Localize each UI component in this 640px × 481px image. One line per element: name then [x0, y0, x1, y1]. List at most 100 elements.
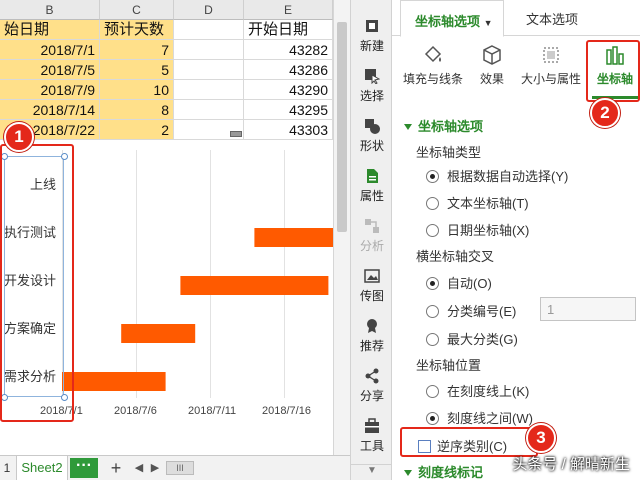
radio-dot — [426, 277, 439, 290]
toolbar-image-label: 传图 — [359, 289, 384, 303]
radio-position-on-tick-label: 在刻度线上(K) — [447, 384, 530, 399]
cell-days[interactable]: 8 — [100, 100, 174, 120]
split-handle[interactable] — [230, 131, 242, 137]
tab-text-options[interactable]: 文本选项 — [526, 9, 578, 28]
sheet-tab-bar: 1 Sheet2 ··· + ◀ ▶ III — [0, 455, 350, 480]
icon-tab-fill-line[interactable]: 填充与线条 — [396, 44, 470, 94]
toolbar-shape-label: 形状 — [359, 139, 384, 153]
toolbar-tools[interactable]: 工具 — [351, 414, 393, 458]
toolbar-recommend[interactable]: 推荐 — [351, 314, 393, 358]
cell-date[interactable]: 2018/7/5 — [0, 60, 100, 80]
cell-start[interactable]: 43303 — [244, 120, 333, 140]
tab-axis-options[interactable]: 坐标轴选项 ▼ — [400, 0, 504, 37]
highlight-box-axis-tab — [586, 40, 640, 102]
gantt-bar[interactable] — [62, 372, 166, 391]
share-icon — [364, 368, 380, 384]
watermark: 头条号 / 解晴新生 — [512, 456, 630, 473]
horizontal-scroll-thumb[interactable]: III — [166, 461, 194, 475]
scrollbar-thumb[interactable] — [337, 22, 347, 232]
radio-cross-max-label: 最大分类(G) — [447, 332, 518, 347]
collapse-triangle-icon — [404, 470, 412, 476]
toolbar-shape[interactable]: 形状 — [351, 114, 393, 158]
toolbar-analysis[interactable]: 分析 — [351, 214, 393, 258]
cell-start[interactable]: 43286 — [244, 60, 333, 80]
section-tick-marks[interactable]: 刻度线标记 — [404, 462, 483, 481]
radio-axis-auto[interactable]: 根据数据自动选择(Y) — [426, 166, 568, 185]
column-header-d[interactable]: D — [174, 0, 244, 20]
radio-cross-auto-label: 自动(O) — [447, 276, 492, 291]
cell-start[interactable]: 43290 — [244, 80, 333, 100]
recommend-icon — [364, 318, 380, 334]
toolbar-scroll-down-icon[interactable]: ▼ — [351, 464, 393, 480]
column-header-c[interactable]: C — [100, 0, 174, 20]
select-icon — [364, 68, 381, 85]
section-tick-marks-label: 刻度线标记 — [418, 465, 484, 480]
icon-tab-fill-line-label: 填充与线条 — [402, 72, 463, 86]
chevron-down-icon[interactable]: ▼ — [484, 18, 493, 28]
cell-empty[interactable] — [174, 120, 244, 140]
cell-empty[interactable] — [174, 60, 244, 80]
cell-empty[interactable] — [174, 80, 244, 100]
cell-days[interactable]: 10 — [100, 80, 174, 100]
cell-header-empty[interactable] — [174, 20, 244, 40]
paint-bucket-icon — [422, 44, 444, 66]
cell-empty[interactable] — [174, 100, 244, 120]
vertical-scrollbar[interactable] — [333, 0, 350, 455]
scroll-left-icon[interactable]: ◀ — [132, 456, 146, 480]
toolbar-image[interactable]: 传图 — [351, 264, 393, 308]
radio-cross-category[interactable]: 分类编号(E) — [426, 301, 516, 320]
cell-date[interactable]: 2018/7/1 — [0, 40, 100, 60]
column-header-e[interactable]: E — [244, 0, 333, 20]
icon-tab-size-property[interactable]: 大小与属性 — [518, 44, 584, 94]
toolbar-share-label: 分享 — [359, 389, 384, 403]
cell-start[interactable]: 43295 — [244, 100, 333, 120]
scroll-right-icon[interactable]: ▶ — [148, 456, 162, 480]
cell-start[interactable]: 43282 — [244, 40, 333, 60]
radio-cross-auto[interactable]: 自动(O) — [426, 273, 492, 292]
toolbar-select[interactable]: 选择 — [351, 64, 393, 108]
column-header-b[interactable]: B — [0, 0, 100, 20]
icon-tab-effect[interactable]: 效果 — [474, 44, 510, 94]
cell-date[interactable]: 2018/7/14 — [0, 100, 100, 120]
toolbar-select-label: 选择 — [359, 89, 384, 103]
toolbar-share[interactable]: 分享 — [351, 364, 393, 408]
section-axis-options[interactable]: 坐标轴选项 — [404, 116, 483, 135]
spreadsheet[interactable]: B C D E 始日期 预计天数 开始日期 2018/7/1 7 43282 2018… — [0, 0, 350, 480]
analysis-icon — [364, 218, 380, 234]
tab-axis-options-label: 坐标轴选项 — [415, 14, 481, 29]
add-sheet-button[interactable]: + — [106, 456, 126, 480]
toolbar-new[interactable]: 新建 — [351, 14, 393, 58]
cross-category-input[interactable] — [540, 297, 636, 321]
cell-empty[interactable] — [174, 40, 244, 60]
image-upload-icon — [364, 268, 380, 284]
cell-header-date[interactable]: 始日期 — [0, 20, 100, 40]
x-axis-tick-label: 2018/7/11 — [188, 405, 237, 417]
gantt-bar[interactable] — [254, 228, 333, 247]
tools-icon — [364, 418, 380, 434]
toolbar-property[interactable]: 属性 — [351, 164, 393, 208]
x-axis-tick-label: 2018/7/6 — [114, 405, 157, 417]
more-sheets-button[interactable]: ··· — [70, 458, 98, 478]
sheet-tab-sheet2[interactable]: Sheet2 — [16, 456, 68, 480]
radio-axis-text-label: 文本坐标轴(T) — [447, 196, 529, 211]
radio-dot — [426, 412, 439, 425]
radio-cross-max[interactable]: 最大分类(G) — [426, 329, 518, 348]
sheet-tab-prev[interactable]: 1 — [0, 456, 14, 480]
axis-type-label: 坐标轴类型 — [416, 145, 482, 160]
side-toolbar: 新建 选择 形状 属性 分析 传图 推荐 分享 工具 ▼ — [350, 0, 393, 480]
gantt-bar[interactable] — [121, 324, 196, 343]
highlight-box-axis — [0, 144, 74, 422]
radio-axis-text[interactable]: 文本坐标轴(T) — [426, 193, 529, 212]
cell-days[interactable]: 7 — [100, 40, 174, 60]
gantt-bar[interactable] — [180, 276, 329, 295]
cell-days[interactable]: 5 — [100, 60, 174, 80]
panel-tabs: 坐标轴选项 ▼ 文本选项 — [392, 0, 640, 37]
radio-position-on-tick[interactable]: 在刻度线上(K) — [426, 381, 529, 400]
radio-axis-date[interactable]: 日期坐标轴(X) — [426, 220, 529, 239]
cell-date[interactable]: 2018/7/9 — [0, 80, 100, 100]
cell-days[interactable]: 2 — [100, 120, 174, 140]
cell-header-start[interactable]: 开始日期 — [244, 20, 333, 40]
radio-position-between[interactable]: 刻度线之间(W) — [426, 408, 533, 427]
radio-position-between-label: 刻度线之间(W) — [447, 411, 533, 426]
cell-header-days[interactable]: 预计天数 — [100, 20, 174, 40]
